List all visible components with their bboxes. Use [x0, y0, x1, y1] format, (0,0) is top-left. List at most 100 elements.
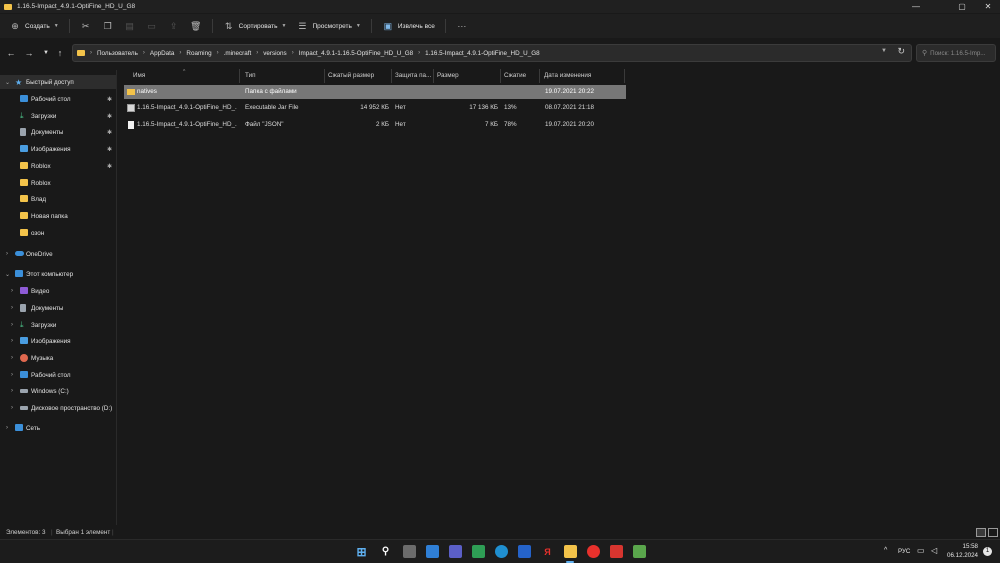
- column-header-size[interactable]: Размер: [437, 70, 459, 82]
- sidebar-item-network[interactable]: › Сеть: [0, 421, 116, 435]
- maximize-button[interactable]: ▢: [950, 0, 974, 13]
- clock-date[interactable]: 06.12.2024: [946, 552, 978, 559]
- column-divider[interactable]: [239, 69, 240, 83]
- file-explorer-icon[interactable]: [564, 545, 577, 558]
- table-row[interactable]: 1.16.5-Impact_4.9.1-OptiFine_HD_... Файл…: [124, 118, 626, 132]
- file-ratio: 78%: [504, 121, 517, 128]
- chevron-down-icon[interactable]: ▼: [881, 48, 887, 54]
- yandex-browser-icon[interactable]: [587, 545, 600, 558]
- column-header-name[interactable]: Имя: [133, 70, 145, 82]
- widgets-icon[interactable]: [426, 545, 439, 558]
- breadcrumb-item[interactable]: Roaming: [186, 50, 211, 57]
- clock-time[interactable]: 15:58: [946, 543, 978, 550]
- sidebar-item-pictures[interactable]: › Изображения: [0, 334, 116, 348]
- view-button[interactable]: ☰ Просмотреть ▼: [291, 17, 365, 35]
- sidebar-item-this-pc[interactable]: ⌄ Этот компьютер: [0, 267, 116, 281]
- cut-button[interactable]: ✂: [75, 17, 97, 35]
- recent-locations-button[interactable]: ▼: [40, 46, 52, 60]
- language-indicator[interactable]: РУС: [898, 548, 910, 555]
- forward-button[interactable]: →: [23, 46, 35, 60]
- sidebar-item-pictures[interactable]: Изображения ✱: [0, 142, 116, 156]
- sidebar-item-desktop[interactable]: Рабочий стол ✱: [0, 92, 116, 106]
- toolbar-divider: [68, 19, 70, 33]
- minimize-button[interactable]: —: [904, 0, 928, 13]
- extract-all-button[interactable]: ▣ Извлечь все: [377, 17, 440, 35]
- breadcrumb-item[interactable]: 1.16.5-Impact_4.9.1-OptiFine_HD_U_G8: [425, 50, 539, 57]
- sidebar-item-roblox[interactable]: Roblox: [0, 176, 116, 190]
- folder-icon: [77, 50, 85, 56]
- close-button[interactable]: ✕: [976, 0, 1000, 13]
- pin-icon: ✱: [107, 129, 113, 136]
- task-view-icon[interactable]: [403, 545, 416, 558]
- sidebar-item-roblox[interactable]: Roblox ✱: [0, 159, 116, 173]
- column-divider[interactable]: [391, 69, 392, 83]
- search-input[interactable]: ⚲ Поиск: 1.16.5-Imp...: [916, 44, 996, 62]
- chevron-up-icon[interactable]: ^: [884, 547, 887, 554]
- sidebar-item-label: Roblox: [31, 179, 51, 187]
- file-protected: Нет: [395, 104, 406, 111]
- sidebar-item-documents[interactable]: Документы ✱: [0, 125, 116, 139]
- delete-button[interactable]: 🗑: [185, 17, 207, 35]
- sort-button[interactable]: ⇅ Сортировать ▼: [218, 17, 292, 35]
- rename-button[interactable]: ▭: [141, 17, 163, 35]
- search-icon[interactable]: ⚲: [379, 545, 392, 558]
- cloud-icon: [15, 251, 24, 256]
- file-protected: Нет: [395, 121, 406, 128]
- sidebar-item-downloads[interactable]: › ⤓ Загрузки: [0, 318, 116, 332]
- windows-start-icon[interactable]: ⊞: [355, 545, 368, 559]
- column-divider[interactable]: [500, 69, 501, 83]
- sidebar-item-vlad[interactable]: Влад: [0, 192, 116, 206]
- details-view-button[interactable]: [976, 528, 986, 537]
- breadcrumb-item[interactable]: versions: [263, 50, 286, 57]
- refresh-icon[interactable]: ↻: [897, 46, 905, 57]
- sidebar-item-onedrive[interactable]: › OneDrive: [0, 247, 116, 261]
- more-button[interactable]: ···: [451, 17, 473, 35]
- breadcrumb-item[interactable]: AppData: [150, 50, 175, 57]
- table-row[interactable]: 1.16.5-Impact_4.9.1-OptiFine_HD_... Exec…: [124, 101, 626, 115]
- copy-button[interactable]: ❐: [97, 17, 119, 35]
- sidebar-item-ozon[interactable]: озон: [0, 226, 116, 240]
- sidebar-item-downloads[interactable]: ⤓ Загрузки ✱: [0, 109, 116, 123]
- column-divider[interactable]: [324, 69, 325, 83]
- share-button[interactable]: ⇪: [163, 17, 185, 35]
- chat-icon[interactable]: [449, 545, 462, 558]
- sidebar-item-drive-c[interactable]: › Windows (C:): [0, 384, 116, 398]
- paste-button[interactable]: ▤: [119, 17, 141, 35]
- create-button[interactable]: ⊕ Создать ▼: [4, 17, 64, 35]
- app-icon[interactable]: [610, 545, 623, 558]
- file-size: 17 136 КБ: [469, 104, 498, 111]
- yandex-icon[interactable]: Я: [541, 545, 554, 558]
- chevron-down-icon: ▼: [53, 23, 59, 29]
- notification-badge[interactable]: 1: [983, 547, 992, 556]
- sidebar-item-documents[interactable]: › Документы: [0, 301, 116, 315]
- folder-icon: [20, 229, 28, 236]
- sidebar-item-new-folder[interactable]: Новая папка: [0, 209, 116, 223]
- column-divider[interactable]: [624, 69, 625, 83]
- column-header-protected[interactable]: Защита па...: [395, 70, 431, 82]
- tiles-view-button[interactable]: [988, 528, 998, 537]
- sidebar-item-video[interactable]: › Видео: [0, 284, 116, 298]
- column-header-date[interactable]: Дата изменения: [544, 70, 591, 82]
- table-row[interactable]: natives Папка с файлами 19.07.2021 20:22: [124, 85, 626, 99]
- column-header-type[interactable]: Тип: [245, 70, 256, 82]
- sidebar-item-quick-access[interactable]: ⌄ ★ Быстрый доступ: [0, 75, 116, 89]
- address-bar[interactable]: › Пользователь › AppData › Roaming › .mi…: [72, 44, 912, 62]
- minecraft-icon[interactable]: [633, 545, 646, 558]
- column-divider[interactable]: [539, 69, 540, 83]
- breadcrumb-item[interactable]: Impact_4.9.1-1.16.5-OptiFine_HD_U_G8: [299, 50, 413, 57]
- column-header-compressed-size[interactable]: Сжатый размер: [328, 70, 374, 82]
- up-button[interactable]: ↑: [54, 46, 66, 60]
- sidebar-item-desktop[interactable]: › Рабочий стол: [0, 368, 116, 382]
- network-icon[interactable]: ▭: [917, 546, 925, 555]
- column-divider[interactable]: [433, 69, 434, 83]
- back-button[interactable]: ←: [5, 46, 17, 60]
- edge-icon[interactable]: [495, 545, 508, 558]
- volume-icon[interactable]: ◁: [931, 546, 937, 555]
- column-header-ratio[interactable]: Сжатие: [504, 70, 526, 82]
- sidebar-item-drive-d[interactable]: › Дисковое пространство (D:): [0, 401, 116, 415]
- breadcrumb-item[interactable]: .minecraft: [224, 50, 252, 57]
- store-icon[interactable]: [472, 545, 485, 558]
- sidebar-item-music[interactable]: › Музыка: [0, 351, 116, 365]
- breadcrumb-item[interactable]: Пользователь: [97, 50, 138, 57]
- teams-icon[interactable]: [518, 545, 531, 558]
